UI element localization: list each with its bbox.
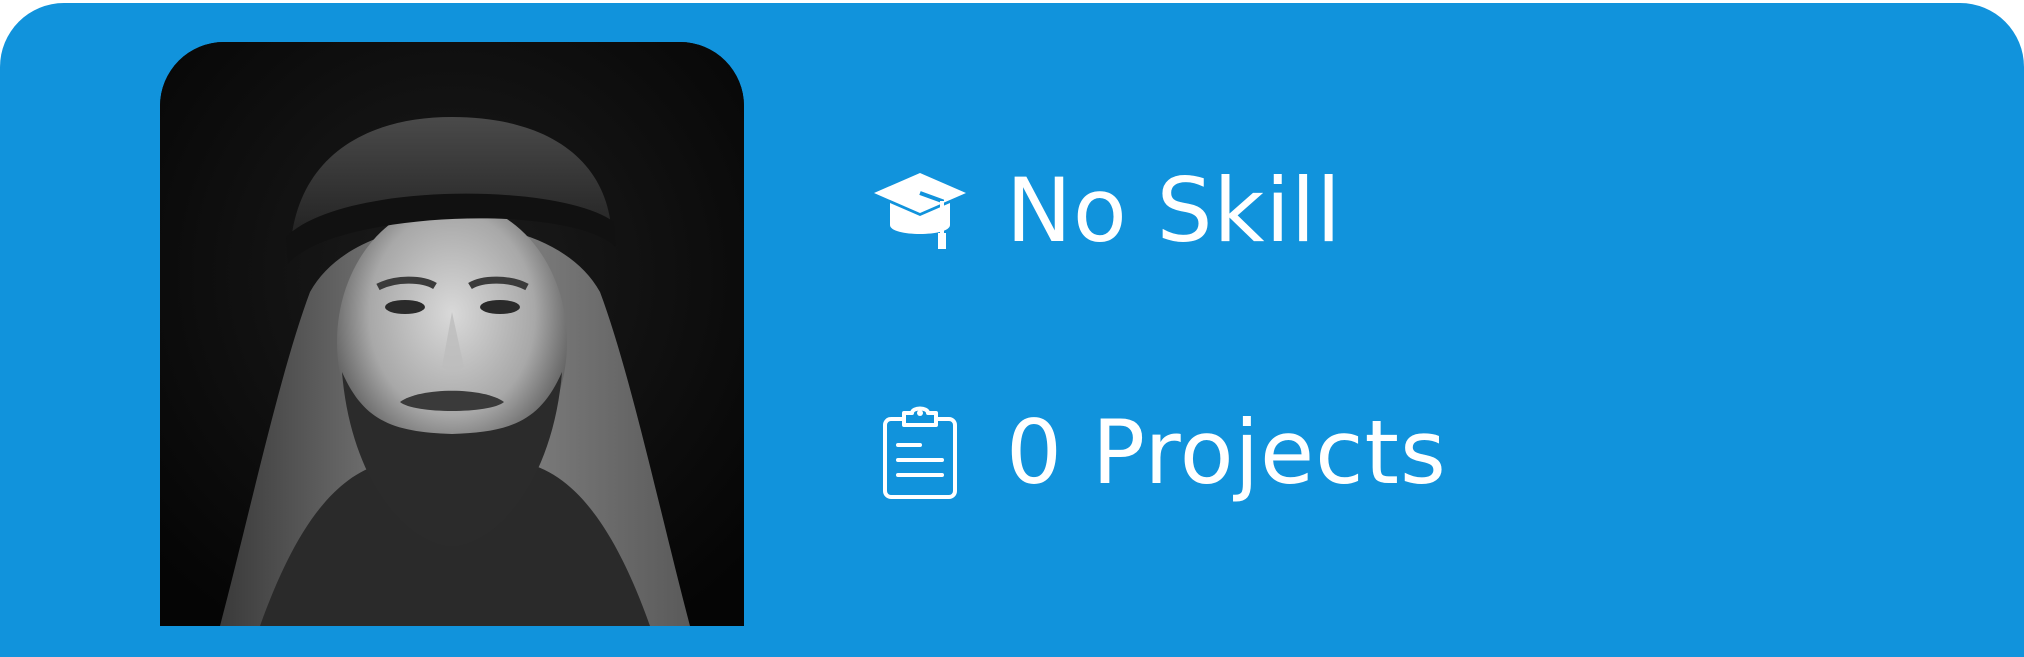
avatar	[160, 42, 744, 626]
avatar-image	[160, 42, 744, 626]
projects-label: 0 Projects	[1006, 401, 1447, 504]
skill-stat: No Skill	[870, 159, 1342, 262]
graduation-cap-icon	[870, 161, 970, 261]
projects-stat: 0 Projects	[870, 401, 1447, 504]
profile-card: No Skill 0 Projects	[0, 3, 2024, 657]
clipboard-icon	[870, 403, 970, 503]
skill-label: No Skill	[1006, 159, 1342, 262]
